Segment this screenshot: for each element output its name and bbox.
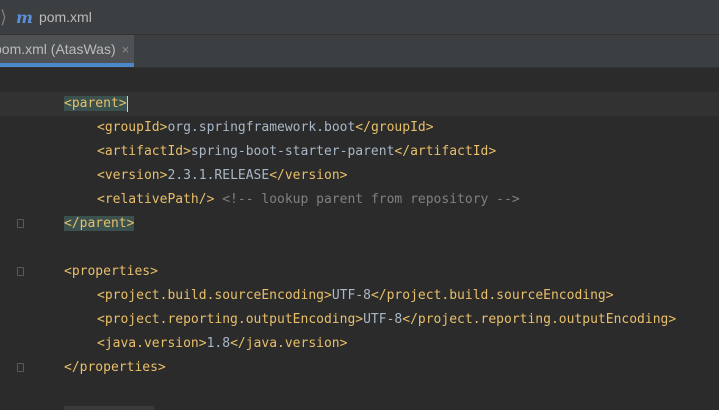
- tag-properties-open: <properties>: [64, 264, 158, 279]
- code-editor[interactable]: <parent> <groupId>org.springframework.bo…: [0, 68, 719, 410]
- chevron-right-icon: ⟩: [0, 6, 8, 27]
- code-line: <relativePath/> <!-- lookup parent from …: [0, 188, 520, 212]
- close-icon[interactable]: ×: [122, 42, 130, 57]
- tag-close: </project.build.sourceEncoding>: [370, 288, 614, 303]
- code-line: <groupId>org.springframework.boot</group…: [0, 116, 434, 140]
- tag-close: </artifactId>: [394, 144, 497, 159]
- code-line: </properties>: [0, 356, 166, 380]
- tag-self-closing: <relativePath/>: [97, 192, 215, 207]
- tag-open: <project.build.sourceEncoding>: [97, 288, 332, 303]
- breadcrumb-bar: ⟩ m pom.xml: [0, 0, 719, 35]
- tab-pom-xml[interactable]: pom.xml (AtasWas) ×: [0, 35, 134, 67]
- code-line: <project.build.sourceEncoding>UTF-8</pro…: [0, 284, 614, 308]
- code-line: <version>2.3.1.RELEASE</version>: [0, 164, 347, 188]
- tab-label: pom.xml (AtasWas): [0, 41, 116, 57]
- cut-off-code-line: [64, 406, 184, 410]
- code-line: </parent>: [0, 212, 135, 236]
- tag-close: </java.version>: [230, 336, 348, 351]
- code-line: <parent>: [0, 92, 719, 116]
- tag-open: <java.version>: [97, 336, 207, 351]
- xml-comment: <!-- lookup parent from repository -->: [222, 192, 520, 207]
- tag-parent-open: <parent>: [64, 96, 127, 111]
- code-line: <properties>: [0, 260, 158, 284]
- tag-close: </groupId>: [355, 120, 434, 135]
- tag-properties-close: </properties>: [64, 360, 166, 375]
- tag-value: UTF-8: [363, 312, 403, 327]
- tag-close: </version>: [269, 168, 348, 183]
- tag-value: spring-boot-starter-parent: [190, 144, 395, 159]
- text-caret: [126, 95, 128, 112]
- tag-value: org.springframework.boot: [167, 120, 356, 135]
- tag-open: <project.reporting.outputEncoding>: [97, 312, 364, 327]
- tag-value: 1.8: [206, 336, 231, 351]
- breadcrumb-file[interactable]: pom.xml: [39, 9, 92, 25]
- tag-parent-close: </parent>: [64, 216, 135, 231]
- tag-open: <version>: [97, 168, 168, 183]
- tag-open: <artifactId>: [97, 144, 191, 159]
- code-line: <java.version>1.8</java.version>: [0, 332, 347, 356]
- maven-file-icon: m: [16, 7, 33, 27]
- code-line: <artifactId>spring-boot-starter-parent</…: [0, 140, 496, 164]
- tag-value: 2.3.1.RELEASE: [167, 168, 270, 183]
- editor-tab-bar: pom.xml (AtasWas) ×: [0, 35, 719, 68]
- code-line: <project.reporting.outputEncoding>UTF-8<…: [0, 308, 676, 332]
- tag-value: UTF-8: [331, 288, 371, 303]
- tag-close: </project.reporting.outputEncoding>: [402, 312, 677, 327]
- tag-open: <groupId>: [97, 120, 168, 135]
